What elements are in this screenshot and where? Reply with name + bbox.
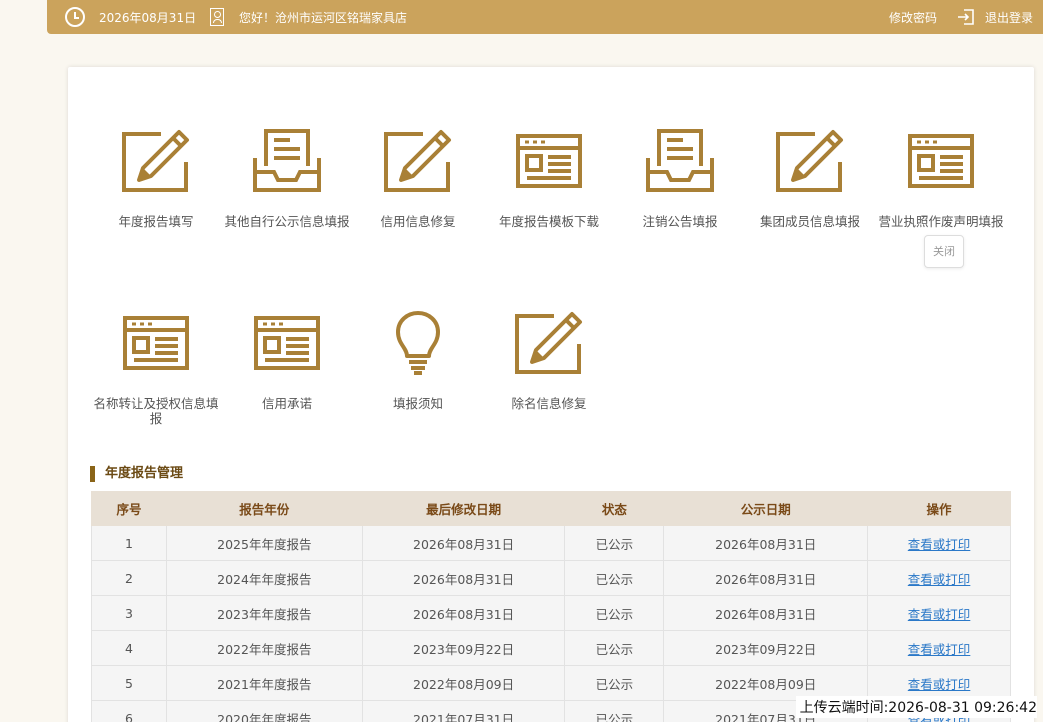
browser-window-icon [254,316,320,370]
action-cell: 查看或打印 [867,560,1011,596]
tile-template-download[interactable]: 年度报告模板下载 [484,128,614,229]
publish-date: 2026年08月31日 [663,595,869,631]
column-header: 操作 [867,491,1011,526]
user-badge-icon [210,8,224,26]
column-header: 最后修改日期 [361,491,566,526]
tile-credit-repair[interactable]: 信用信息修复 [353,128,483,229]
upload-timestamp: 上传云端时间:2026-08-31 09:26:42 [795,696,1037,718]
view-print-link[interactable]: 查看或打印 [908,677,971,692]
section-title: 年度报告管理 [90,466,183,482]
last-modified: 2026年08月31日 [361,525,566,561]
row-index: 2 [91,560,167,596]
tile-other-disclosure[interactable]: 其他自行公示信息填报 [222,128,352,229]
report-year: 2022年年度报告 [165,630,363,666]
tile-label: 信用承诺 [261,396,312,411]
tile-label: 除名信息修复 [511,396,587,411]
column-header: 序号 [91,491,167,526]
table-row: 2 2024年年度报告 2026年08月31日 已公示 2026年08月31日 … [91,560,1011,596]
view-print-link[interactable]: 查看或打印 [908,607,971,622]
tile-label: 名称转让及授权信息填报 [93,396,219,426]
row-index: 4 [91,630,167,666]
date-display: 2026年08月31日 [65,0,196,34]
action-cell: 查看或打印 [867,630,1011,666]
last-modified: 2021年07月31日 [361,700,566,722]
tile-label: 信用信息修复 [380,214,456,229]
report-year: 2023年年度报告 [165,595,363,631]
column-header: 状态 [564,491,665,526]
status: 已公示 [564,700,665,722]
tile-label: 营业执照作废声明填报 [878,214,1004,229]
last-modified: 2022年08月09日 [361,665,566,701]
close-tooltip-button[interactable]: 关闭 [924,235,964,268]
tile-name-transfer-auth[interactable]: 名称转让及授权信息填报 [91,310,221,426]
greeting-text: 您好！沧州市运河区铭瑞家具店 [239,10,408,25]
view-print-link[interactable]: 查看或打印 [908,642,971,657]
publish-date: 2026年08月31日 [663,525,869,561]
column-header: 公示日期 [663,491,869,526]
browser-window-icon [516,134,582,188]
table-row: 4 2022年年度报告 2023年09月22日 已公示 2023年09月22日 … [91,630,1011,666]
table-row: 3 2023年年度报告 2026年08月31日 已公示 2026年08月31日 … [91,595,1011,631]
tile-credit-commitment[interactable]: 信用承诺 [222,310,352,411]
report-year: 2020年年度报告 [165,700,363,722]
browser-window-icon [123,316,189,370]
report-year: 2025年年度报告 [165,525,363,561]
main-panel: 年度报告填写 其他自行公示信息填报 信用信息修复 年度报告模板下载 注销公告填报… [68,67,1034,722]
lightbulb-icon [396,311,440,375]
action-cell: 查看或打印 [867,595,1011,631]
last-modified: 2023年09月22日 [361,630,566,666]
edit-pen-icon [122,130,189,192]
last-modified: 2026年08月31日 [361,595,566,631]
current-date: 2026年08月31日 [99,10,197,25]
top-bar: 2026年08月31日 您好！沧州市运河区铭瑞家具店 修改密码 退出登录 [47,0,1043,34]
tile-label: 年度报告填写 [118,214,194,229]
logout-icon [958,9,974,25]
edit-pen-icon [384,130,451,192]
tile-group-member-info[interactable]: 集团成员信息填报 [745,128,875,229]
status: 已公示 [564,595,665,631]
report-year: 2024年年度报告 [165,560,363,596]
tile-label: 其他自行公示信息填报 [224,214,350,229]
action-cell: 查看或打印 [867,525,1011,561]
change-password-link[interactable]: 修改密码 [889,0,937,34]
inbox-document-icon [646,129,714,192]
browser-window-icon [908,134,974,188]
row-index: 6 [91,700,167,722]
view-print-link[interactable]: 查看或打印 [908,572,971,587]
publish-date: 2026年08月31日 [663,560,869,596]
row-index: 5 [91,665,167,701]
tile-license-void-statement[interactable]: 营业执照作废声明填报 [866,128,1016,229]
table-header-row: 序号 报告年份 最后修改日期 状态 公示日期 操作 [91,491,1011,526]
status: 已公示 [564,665,665,701]
row-index: 1 [91,525,167,561]
tile-deregistration-notice[interactable]: 注销公告填报 [615,128,745,229]
view-print-link[interactable]: 查看或打印 [908,537,971,552]
last-modified: 2026年08月31日 [361,560,566,596]
report-year: 2021年年度报告 [165,665,363,701]
clock-icon [65,7,85,27]
column-header: 报告年份 [165,491,363,526]
tile-label: 注销公告填报 [642,214,718,229]
user-greeting: 您好！沧州市运河区铭瑞家具店 [210,0,407,34]
edit-pen-icon [776,130,843,192]
status: 已公示 [564,525,665,561]
tile-removal-repair[interactable]: 除名信息修复 [484,310,614,411]
logout-label: 退出登录 [985,10,1034,25]
logout-button[interactable]: 退出登录 [957,0,1033,34]
status: 已公示 [564,560,665,596]
tile-label: 年度报告模板下载 [498,214,599,229]
annual-report-table: 序号 报告年份 最后修改日期 状态 公示日期 操作 1 2025年年度报告 20… [91,491,1011,722]
inbox-document-icon [253,129,321,192]
tile-label: 集团成员信息填报 [759,214,860,229]
edit-pen-icon [515,312,582,374]
tile-annual-report-fill[interactable]: 年度报告填写 [91,128,221,229]
row-index: 3 [91,595,167,631]
status: 已公示 [564,630,665,666]
tile-label: 填报须知 [392,396,443,411]
tile-filing-notice[interactable]: 填报须知 [353,310,483,411]
publish-date: 2023年09月22日 [663,630,869,666]
table-row: 1 2025年年度报告 2026年08月31日 已公示 2026年08月31日 … [91,525,1011,561]
